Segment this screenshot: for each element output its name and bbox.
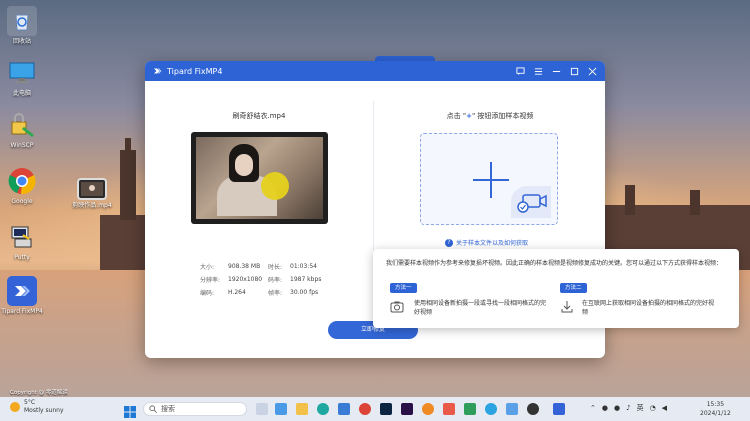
thumbnail-yellow-ball [261,172,289,200]
thumbnail-figure [235,154,253,176]
desktop-icon-this-pc[interactable]: 此电脑 [0,58,44,98]
sun-icon [10,402,20,412]
feedback-icon[interactable] [515,66,525,76]
winscp-icon [7,110,37,140]
widgets-icon[interactable] [275,403,287,415]
weather-temp: 5°C [24,399,36,406]
taskbar: 5°C Mostly sunny 搜索 ⌃ ● ● ♪ 英 ◔ ◀ 15:35 … [0,397,750,421]
video-thumbnail[interactable] [191,132,328,224]
search-icon [149,405,157,413]
sample-help-link[interactable]: ? 关于样本文件以及如何获取 [445,238,528,247]
video-metadata: 大小: 908.38 MB 时长: 01:03:54 分辨率: 1920x108… [200,260,330,299]
tipard-logo-icon [153,66,163,76]
media-icon[interactable] [527,403,539,415]
input-language[interactable]: 英 [637,403,644,413]
camera-icon [511,186,551,218]
weather-desc: Mostly sunny [24,407,64,414]
add-sample-button[interactable] [420,133,558,225]
method2-tag: 方法二 [560,283,587,293]
camera-icon [390,299,404,313]
desktop-icon-tipard[interactable]: Tipard FixMP4 [0,276,44,316]
menu-icon[interactable] [533,66,543,76]
telegram-icon[interactable] [485,403,497,415]
broken-file-name: 刷奇舒结衣.mp4 [232,112,286,120]
photoshop-icon[interactable] [380,403,392,415]
file-explorer-icon[interactable] [296,403,308,415]
question-icon: ? [445,238,453,247]
desktop-icon-google[interactable]: Google [0,166,44,206]
store-icon[interactable] [338,403,350,415]
minimize-icon[interactable] [551,66,561,76]
search-placeholder: 搜索 [161,405,175,413]
metadata-row: 编码: H.264 帧率: 30.00 fps [200,289,319,297]
metadata-row: 大小: 908.38 MB 时长: 01:03:54 [200,263,317,271]
metadata-row: 分辨率: 1920x1080 码率: 1987 kbps [200,276,322,284]
sample-help-popup: 我们需要样本视频作为参考来修复损坏视频。因此正确的样本视频是视频修复成功的关键。… [373,249,739,328]
download-icon [560,299,574,313]
search-app-icon[interactable] [422,403,434,415]
wifi-icon[interactable]: ◔ [650,404,656,412]
system-clock[interactable]: 15:35 2024/1/12 [700,400,731,418]
chevron-up-icon[interactable]: ⌃ [590,404,596,412]
windows-start-icon[interactable] [124,403,136,418]
edge-icon[interactable] [317,403,329,415]
tray-app-icon[interactable]: ● [614,404,620,412]
plus-icon [490,162,492,198]
background-tower [125,138,131,152]
method1-tag: 方法一 [390,283,417,293]
app-icon[interactable] [464,403,476,415]
desktop-icon-recycle-bin[interactable]: 回收站 [0,6,44,46]
weather-widget[interactable]: 5°C Mostly sunny [10,399,64,415]
tray-app-icon[interactable]: ● [602,404,608,412]
maximize-icon[interactable] [569,66,579,76]
task-view-icon[interactable] [256,403,268,415]
title-bar: Tipard FixMP4 [145,61,605,81]
method2-text: 在互联网上获取相同设备拍摄的相同格式的完好视频 [582,300,715,316]
putty-icon [7,222,37,252]
desktop-icon-putty[interactable]: Putty [0,222,44,262]
desktop-icon-winscp[interactable]: WinSCP [0,110,44,150]
chrome-icon [7,166,37,196]
tipard-icon [7,276,37,306]
monitor-icon [7,58,37,88]
close-icon[interactable] [587,66,597,76]
background-tower [690,190,700,215]
popup-description: 我们需要样本视频作为参考来修复损坏视频。因此正确的样本视频是视频修复成功的关键。… [386,260,723,267]
tipard-taskbar-icon[interactable] [553,403,565,415]
notes-icon[interactable] [443,403,455,415]
method1-text: 使用相同设备新拍摄一段或寻找一段相同格式的完好视频 [414,300,547,316]
background-tower [120,150,136,220]
taskbar-search[interactable]: 搜索 [143,402,247,416]
window-controls [515,66,597,76]
chrome-taskbar-icon[interactable] [359,403,371,415]
desktop-icon-video-file[interactable]: 剪映作品.mp4 [70,178,114,210]
copyright-text: Copyright @ 零道解读 [10,390,68,396]
recycle-bin-icon [7,6,37,36]
system-tray: ⌃ ● ● ♪ 英 ◔ ◀ [590,403,667,413]
phone-icon[interactable] [506,403,518,415]
sample-instruction: 点击 "+" 按钮添加样本视频 [446,112,534,120]
volume-icon[interactable]: ◀ [662,404,667,412]
broken-video-pane: 刷奇舒结衣.mp4 大小: 908.38 MB 时长: 01:03:54 分辨率… [145,81,373,358]
video-file-icon [77,178,107,200]
window-title: Tipard FixMP4 [167,66,223,76]
background-tower [625,185,635,215]
premiere-icon[interactable] [401,403,413,415]
microphone-icon[interactable]: ♪ [626,404,630,412]
